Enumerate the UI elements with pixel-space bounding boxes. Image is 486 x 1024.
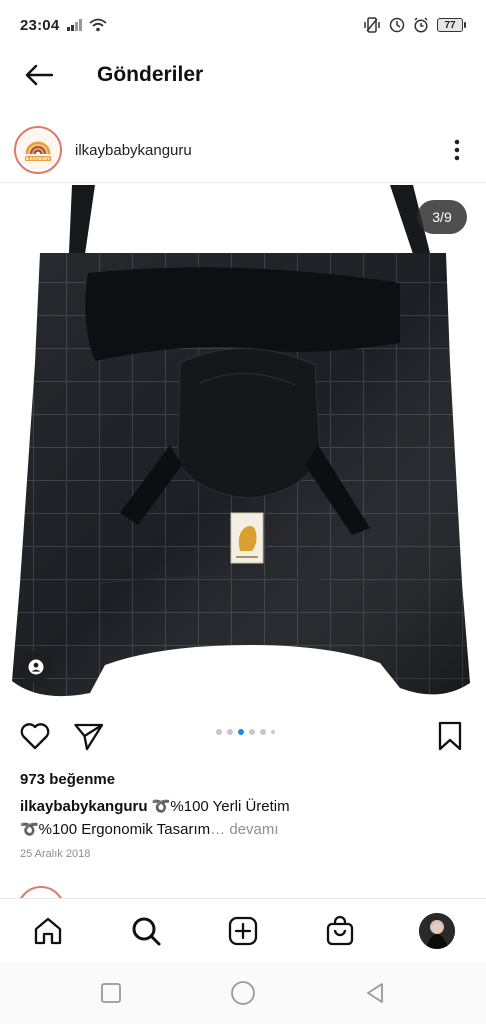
like-button[interactable] — [18, 719, 52, 753]
bookmark-icon — [438, 721, 462, 751]
avatar[interactable]: İLKAYBABY — [14, 126, 62, 174]
battery-indicator: 77 — [437, 18, 466, 32]
alarm-clock-icon — [389, 17, 405, 33]
profile-avatar — [419, 913, 455, 949]
post-username[interactable]: ilkaybabykanguru — [75, 142, 192, 159]
nav-create[interactable] — [223, 911, 263, 951]
post-image[interactable] — [0, 183, 486, 705]
caption-line-2: ➰%100 Ergonomik Tasarım — [20, 821, 211, 838]
share-button[interactable] — [72, 719, 106, 753]
status-bar: 23:04 77 — [0, 0, 486, 50]
product-photo — [12, 185, 470, 697]
post-date: 25 Aralık 2018 — [20, 848, 91, 860]
carousel-dot — [249, 729, 255, 735]
system-navigation — [0, 962, 486, 1024]
image-counter-badge: 3/9 — [417, 200, 467, 234]
vibrate-icon — [364, 17, 380, 33]
recents-button[interactable] — [96, 978, 126, 1008]
likes-count[interactable]: 973 beğenme — [20, 771, 115, 788]
post-header: İLKAYBABY ilkaybabykanguru — [0, 120, 486, 180]
home-icon — [34, 917, 62, 945]
wifi-icon — [89, 18, 107, 32]
search-icon — [132, 917, 161, 946]
carousel-dot — [271, 730, 275, 734]
more-vertical-icon — [454, 139, 460, 161]
add-post-icon — [228, 916, 258, 946]
carousel-indicator — [216, 729, 275, 735]
bottom-navigation — [0, 898, 486, 962]
square-icon — [101, 983, 121, 1003]
page-title: Gönderiler — [97, 63, 204, 86]
nav-profile[interactable] — [417, 911, 457, 951]
send-icon — [74, 723, 104, 751]
signal-icon — [67, 19, 83, 31]
home-system-button[interactable] — [228, 978, 258, 1008]
svg-text:İLKAYBABY: İLKAYBABY — [26, 156, 50, 161]
shopping-bag-icon — [326, 915, 354, 946]
back-button[interactable] — [14, 50, 64, 100]
more-options-button[interactable] — [442, 130, 472, 170]
heart-icon — [20, 723, 50, 750]
carousel-dot — [260, 729, 266, 735]
tagged-users-button[interactable] — [20, 651, 52, 683]
post-actions — [0, 713, 486, 759]
caption-username[interactable]: ilkaybabykanguru — [20, 798, 148, 815]
carousel-dot-active — [238, 729, 244, 735]
brand-logo: İLKAYBABY — [25, 141, 51, 161]
back-system-button[interactable] — [360, 978, 390, 1008]
circle-icon — [231, 981, 255, 1005]
post-caption: ilkaybabykanguru ➰%100 Yerli Üretim ➰%10… — [20, 798, 290, 838]
nav-search[interactable] — [126, 911, 166, 951]
user-tag-icon — [28, 659, 44, 675]
status-time: 23:04 — [20, 16, 60, 34]
save-button[interactable] — [433, 719, 467, 753]
top-bar: Gönderiler — [0, 50, 486, 100]
arrow-left-icon — [25, 64, 53, 86]
alarm-icon — [414, 17, 428, 33]
caption-more-link[interactable]: devamı — [229, 821, 278, 838]
nav-home[interactable] — [28, 911, 68, 951]
caption-line-1: ➰%100 Yerli Üretim — [151, 798, 290, 815]
triangle-back-icon — [367, 983, 383, 1003]
carousel-dot — [227, 729, 233, 735]
nav-shop[interactable] — [320, 911, 360, 951]
carousel-dot — [216, 729, 222, 735]
